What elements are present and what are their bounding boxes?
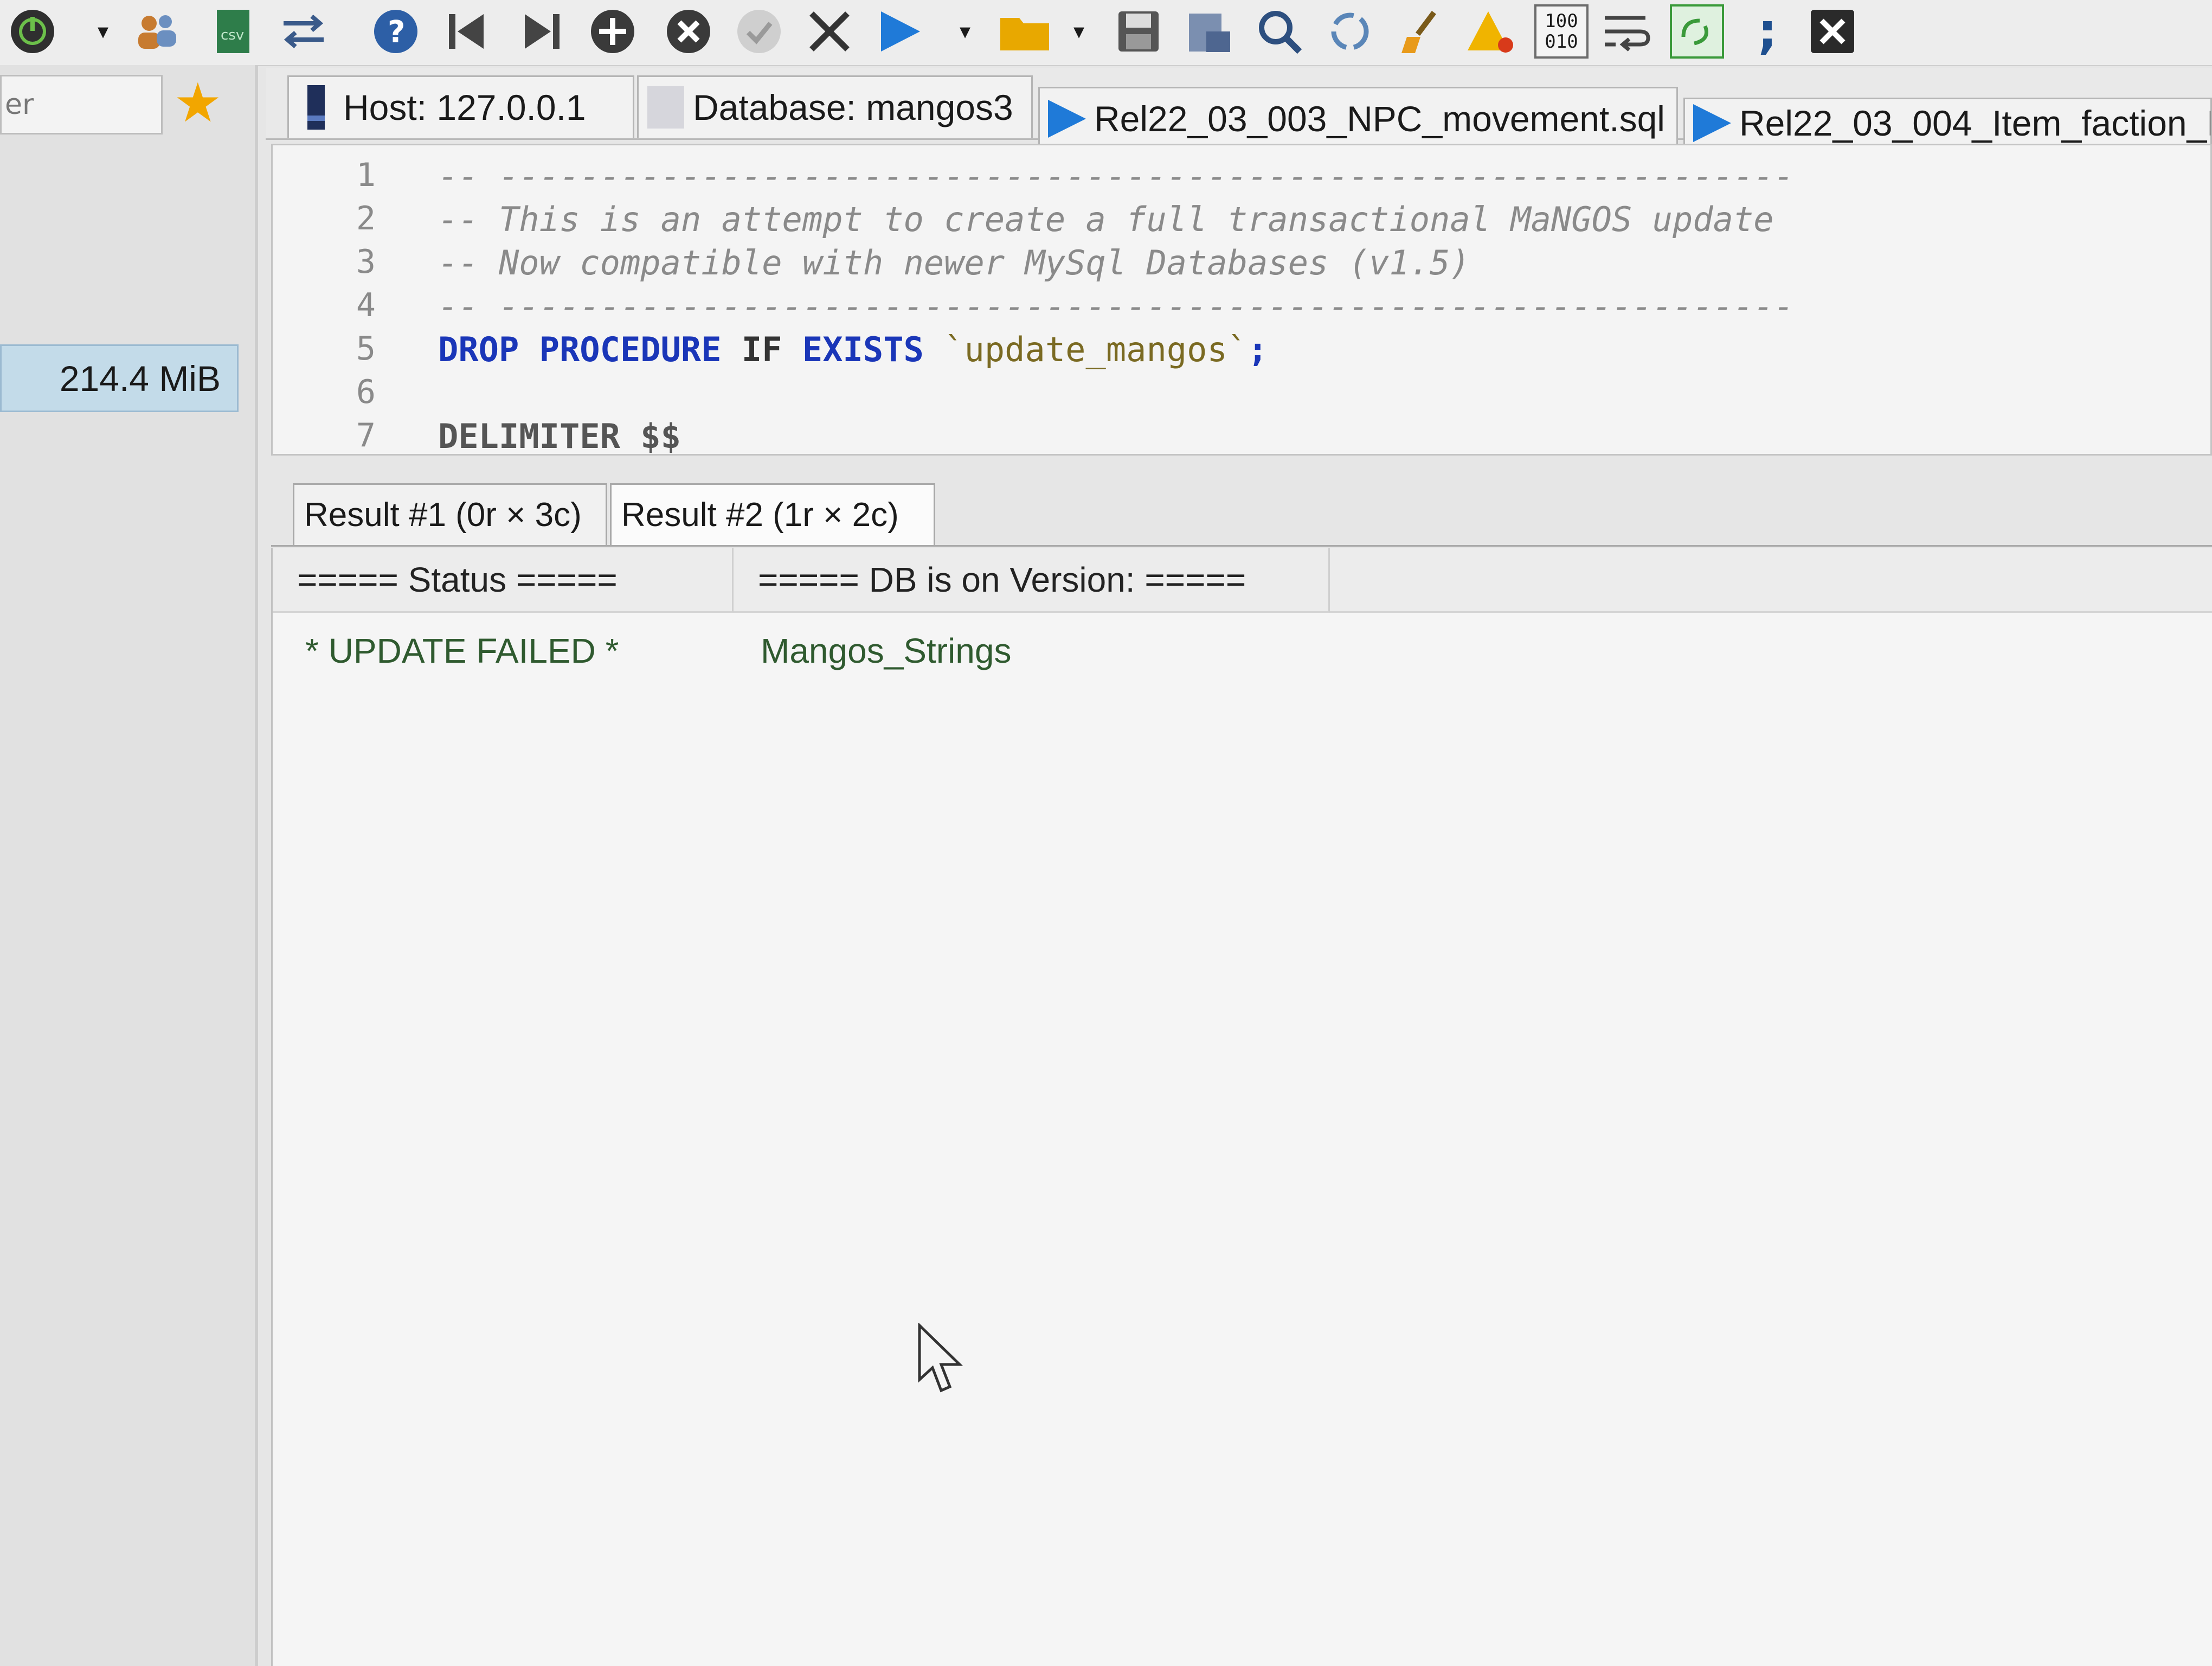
warning-icon[interactable] xyxy=(1464,4,1518,59)
last-record-icon[interactable] xyxy=(515,4,569,59)
query-play-icon xyxy=(1685,101,1739,145)
server-icon xyxy=(289,83,343,132)
sql-terminator: ; xyxy=(1248,330,1268,369)
code-line: -- -------------------------------------… xyxy=(438,286,1794,326)
open-folder-icon[interactable] xyxy=(998,4,1052,59)
query-tab-bar: Host: 127.0.0.1 Database: mangos3 Rel22_… xyxy=(266,68,2212,149)
sql-keyword: EXISTS xyxy=(802,330,924,369)
help-icon[interactable]: ? xyxy=(369,4,423,59)
column-header-empty xyxy=(1330,548,2212,613)
csv-export-icon[interactable]: csv xyxy=(206,4,260,59)
column-header-status[interactable]: ===== Status ===== xyxy=(273,548,734,613)
semicolon-delimiter-icon[interactable]: ; xyxy=(1740,4,1795,59)
replace-icon[interactable] xyxy=(1323,4,1377,59)
chevron-down-icon[interactable]: ▾ xyxy=(1063,4,1095,59)
tab-result-2-label: Result #2 (1r × 2c) xyxy=(621,496,899,534)
clear-brush-icon[interactable] xyxy=(1393,4,1448,59)
result-tab-bar: Result #1 (0r × 3c) Result #2 (1r × 2c) xyxy=(271,475,2212,547)
search-icon[interactable] xyxy=(1252,4,1307,59)
tab-query-item-faction[interactable]: Rel22_03_004_Item_faction_Re xyxy=(1683,98,2212,146)
sql-keyword: IF xyxy=(741,330,782,369)
result-grid[interactable]: ===== Status ===== ===== DB is on Versio… xyxy=(271,548,2212,1666)
line-number: 2 xyxy=(356,200,376,238)
auto-refresh-icon[interactable] xyxy=(1670,4,1724,59)
post-changes-icon[interactable] xyxy=(732,4,786,59)
save-icon[interactable] xyxy=(1111,4,1166,59)
mouse-cursor-icon xyxy=(918,1323,963,1393)
tab-query-npc-movement[interactable]: Rel22_03_003_NPC_movement.sql xyxy=(1038,87,1678,149)
delete-row-icon[interactable] xyxy=(661,4,716,59)
code-line: -- -------------------------------------… xyxy=(438,156,1794,196)
chevron-down-icon[interactable]: ▾ xyxy=(949,4,981,59)
close-query-tab-icon[interactable] xyxy=(1805,4,1860,59)
tab-host[interactable]: Host: 127.0.0.1 xyxy=(287,75,634,138)
sync-arrows-icon[interactable] xyxy=(276,4,331,59)
sql-identifier: `update_mangos` xyxy=(944,330,1248,369)
line-number: 7 xyxy=(356,416,376,454)
tab-database[interactable]: Database: mangos3 xyxy=(637,75,1033,138)
table-cell[interactable]: * UPDATE FAILED * xyxy=(305,618,619,683)
svg-text:?: ? xyxy=(388,15,405,50)
line-number: 1 xyxy=(356,156,376,194)
binary-top-label: 100 xyxy=(1545,10,1578,32)
query-play-icon xyxy=(1040,97,1094,140)
save-as-snippet-icon[interactable] xyxy=(1182,4,1236,59)
column-header-label: ===== DB is on Version: ===== xyxy=(758,560,1246,599)
tree-filter-input[interactable] xyxy=(0,75,163,134)
code-line: -- Now compatible with newer MySql Datab… xyxy=(438,243,1470,283)
chevron-down-icon[interactable]: ▾ xyxy=(87,4,119,59)
cancel-editing-icon[interactable] xyxy=(802,4,857,59)
sql-editor[interactable]: 1 -- -----------------------------------… xyxy=(271,144,2212,456)
database-icon xyxy=(639,83,693,132)
tab-query-item-faction-label: Rel22_03_004_Item_faction_Re xyxy=(1739,102,2212,143)
sql-keyword: DROP PROCEDURE xyxy=(438,330,722,369)
memory-usage-value: 214.4 MiB xyxy=(59,358,221,399)
line-number: 4 xyxy=(356,286,376,324)
table-cell[interactable]: Mangos_Strings xyxy=(761,618,1011,683)
svg-text:csv: csv xyxy=(221,27,244,43)
line-number: 5 xyxy=(356,330,376,368)
binary-bottom-label: 010 xyxy=(1545,31,1578,53)
code-line: -- This is an attempt to create a full t… xyxy=(438,200,1774,239)
tab-database-label: Database: mangos3 xyxy=(693,87,1013,127)
user-manager-icon[interactable] xyxy=(130,4,184,59)
database-tree-panel: ★ 214.4 MiB xyxy=(0,65,258,1666)
tab-result-2[interactable]: Result #2 (1r × 2c) xyxy=(610,483,935,545)
line-number: 3 xyxy=(356,243,376,281)
execute-sql-icon[interactable] xyxy=(873,4,927,59)
tab-result-1[interactable]: Result #1 (0r × 3c) xyxy=(293,483,607,545)
first-record-icon[interactable] xyxy=(439,4,493,59)
code-line: DELIMITER $$ xyxy=(438,416,681,456)
binary-mode-icon[interactable]: 100 010 xyxy=(1534,4,1589,59)
code-line: DROP PROCEDURE IF EXISTS `update_mangos`… xyxy=(438,330,2173,369)
tab-host-label: Host: 127.0.0.1 xyxy=(343,87,586,127)
tab-result-1-label: Result #1 (0r × 3c) xyxy=(304,496,582,534)
main-toolbar: ▾ csv ? ▾ ▾ 100 010 ; xyxy=(0,0,2212,66)
column-header-db-version[interactable]: ===== DB is on Version: ===== xyxy=(734,548,1330,613)
column-header-label: ===== Status ===== xyxy=(297,560,618,599)
power-icon[interactable] xyxy=(5,4,60,59)
add-row-icon[interactable] xyxy=(586,4,640,59)
memory-usage-badge: 214.4 MiB xyxy=(0,344,239,412)
star-icon[interactable]: ★ xyxy=(173,71,222,136)
tab-query-npc-movement-label: Rel22_03_003_NPC_movement.sql xyxy=(1094,99,1665,139)
line-number: 6 xyxy=(356,373,376,411)
word-wrap-icon[interactable] xyxy=(1599,4,1654,59)
